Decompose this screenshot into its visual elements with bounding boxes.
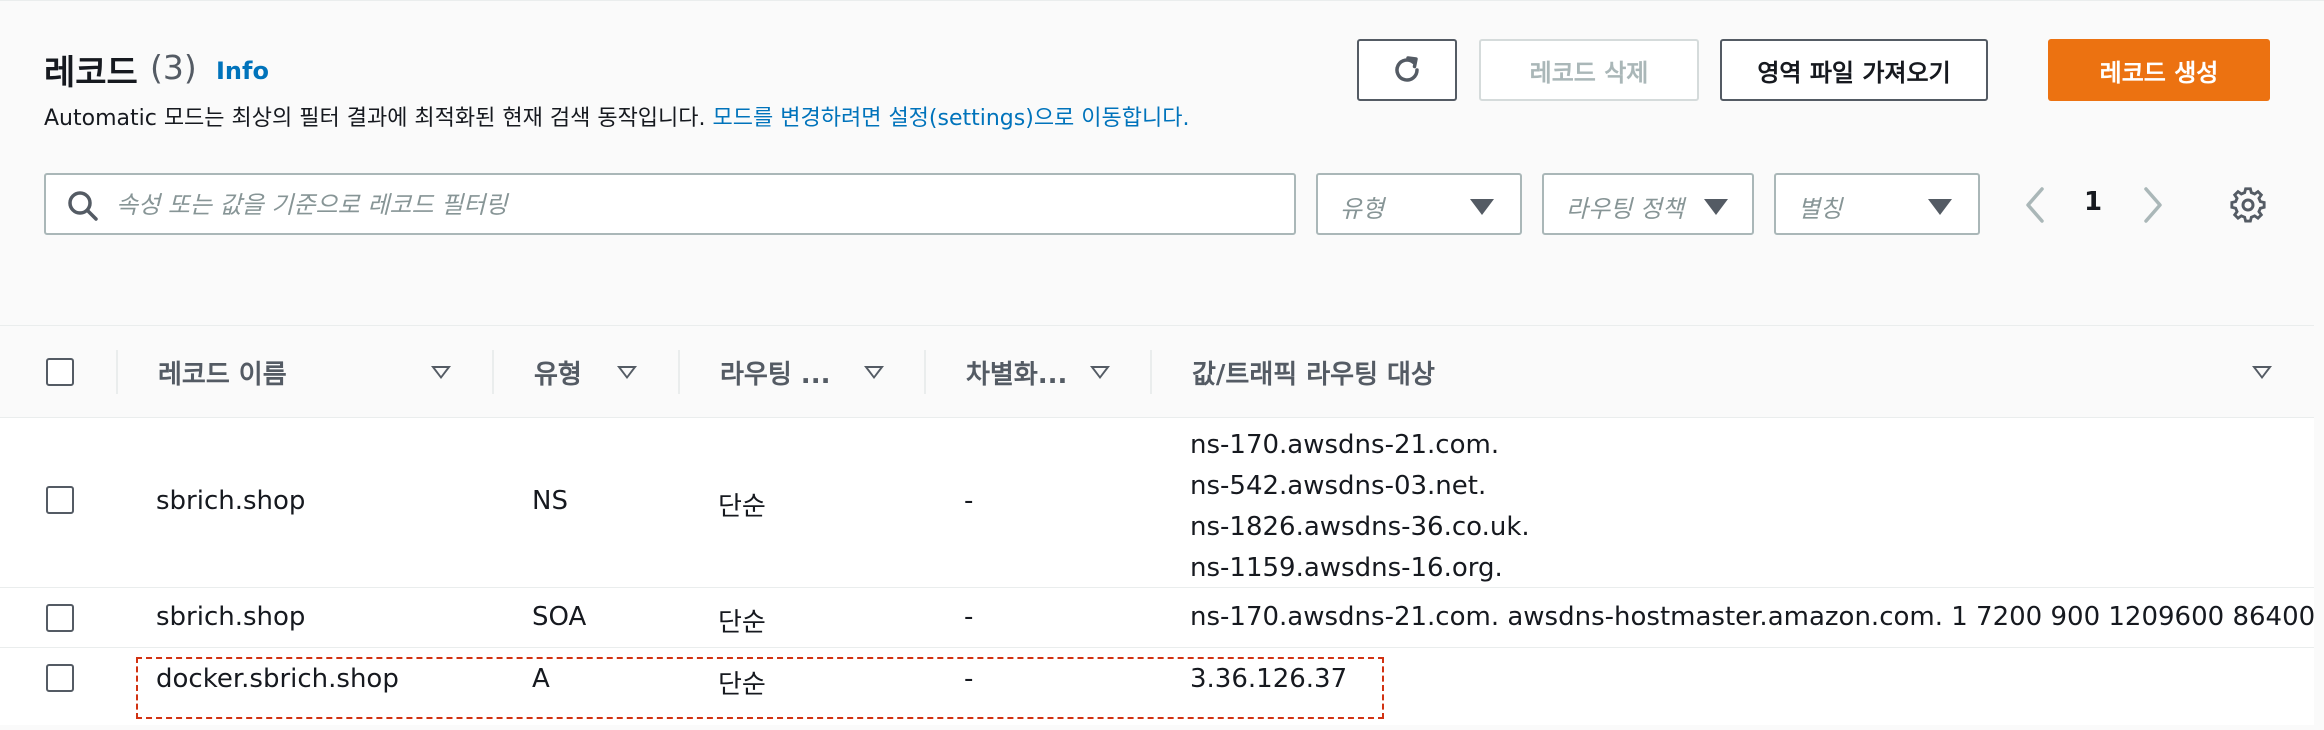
sort-icon[interactable] [1090, 366, 1110, 379]
routing-policy: 단순 [718, 492, 766, 522]
delete-record-button[interactable]: 레코드 삭제 [1479, 39, 1699, 101]
info-link[interactable]: Info [216, 57, 269, 85]
record-value: ns-1826.awsdns-36.co.uk. [1190, 512, 1530, 542]
col-header-type[interactable]: 유형 [534, 354, 582, 391]
current-page[interactable]: 1 [2084, 187, 2102, 217]
sort-icon[interactable] [864, 366, 884, 379]
differentiator: - [964, 602, 974, 632]
table-row[interactable]: sbrich.shop SOA 단순 - ns-170.awsdns-21.co… [0, 588, 2316, 648]
col-header-value[interactable]: 값/트래픽 라우팅 대상 [1192, 354, 1435, 391]
col-header-routing[interactable]: 라우팅 ... [720, 354, 830, 391]
row-checkbox[interactable] [46, 604, 74, 632]
import-zone-file-button[interactable]: 영역 파일 가져오기 [1720, 39, 1988, 101]
alias-select[interactable]: 별칭 [1774, 173, 1980, 235]
search-box [44, 173, 1296, 235]
record-value: ns-170.awsdns-21.com. awsdns-hostmaster.… [1190, 602, 2316, 632]
search-mode-description: Automatic 모드는 최상의 필터 결과에 최적화된 현재 검색 동작입니… [44, 100, 1189, 132]
differentiator: - [964, 486, 974, 516]
sort-icon[interactable] [2252, 366, 2272, 379]
sort-icon[interactable] [431, 366, 451, 379]
sort-icon[interactable] [617, 366, 637, 379]
row-checkbox[interactable] [46, 486, 74, 514]
search-icon [68, 191, 98, 221]
annotation-highlight-box [136, 657, 1384, 719]
table-row[interactable]: sbrich.shop NS 단순 - ns-170.awsdns-21.com… [0, 418, 2314, 588]
alias-select-label: 별칭 [1798, 195, 1843, 223]
record-name[interactable]: sbrich.shop [156, 602, 305, 632]
table-header: 레코드 이름 유형 라우팅 ... 차별화... 값/트래픽 라우팅 대상 [0, 326, 2314, 418]
routing-policy-select[interactable]: 라우팅 정책 [1542, 173, 1754, 235]
description-text: Automatic 모드는 최상의 필터 결과에 최적화된 현재 검색 동작입니… [44, 106, 706, 131]
page-title: 레코드 [44, 53, 138, 93]
settings-link[interactable]: 모드를 변경하려면 설정(settings)으로 이동합니다. [713, 106, 1190, 131]
refresh-button[interactable] [1357, 39, 1457, 101]
record-value: ns-170.awsdns-21.com. [1190, 430, 1500, 460]
type-select-label: 유형 [1340, 195, 1385, 223]
select-all-checkbox[interactable] [46, 358, 74, 386]
gear-icon[interactable] [2230, 187, 2266, 223]
record-count: (3) [150, 48, 197, 87]
col-header-record-name[interactable]: 레코드 이름 [158, 354, 287, 391]
row-checkbox[interactable] [46, 664, 74, 692]
record-name[interactable]: sbrich.shop [156, 486, 305, 516]
column-divider[interactable] [492, 350, 494, 394]
column-divider [116, 350, 118, 394]
routing-policy: 단순 [718, 608, 766, 638]
record-type: SOA [532, 602, 587, 632]
create-record-button[interactable]: 레코드 생성 [2048, 39, 2270, 101]
refresh-icon [1395, 56, 1419, 82]
records-panel: 레코드 (3) Info Automatic 모드는 최상의 필터 결과에 최적… [0, 0, 2324, 730]
chevron-right-icon[interactable] [2138, 185, 2168, 225]
column-divider[interactable] [1150, 350, 1152, 394]
record-value: ns-1159.awsdns-16.org. [1190, 553, 1503, 583]
caret-down-icon [1704, 199, 1728, 215]
caret-down-icon [1470, 199, 1494, 215]
record-type: NS [532, 486, 568, 516]
column-divider[interactable] [678, 350, 680, 394]
caret-down-icon [1928, 199, 1952, 215]
col-header-differentiator[interactable]: 차별화... [966, 354, 1067, 391]
record-value: ns-542.awsdns-03.net. [1190, 471, 1487, 501]
routing-select-label: 라우팅 정책 [1566, 195, 1685, 223]
column-divider[interactable] [924, 350, 926, 394]
type-select[interactable]: 유형 [1316, 173, 1522, 235]
search-input[interactable] [116, 185, 1276, 225]
chevron-left-icon[interactable] [2020, 185, 2050, 225]
